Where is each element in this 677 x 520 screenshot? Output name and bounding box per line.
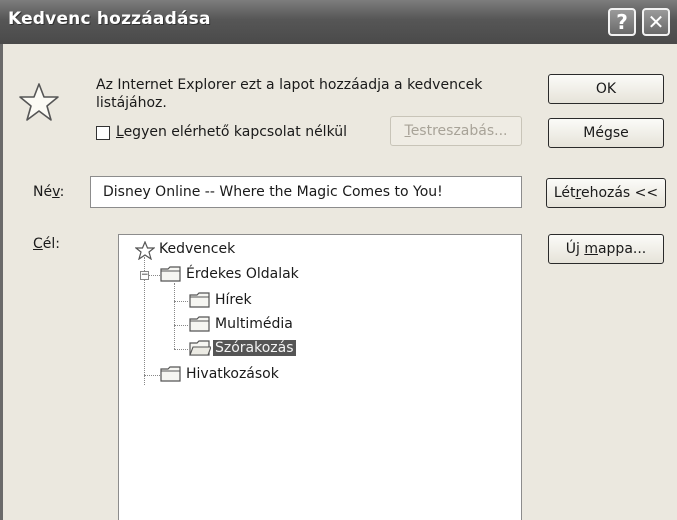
tree-item-hirek[interactable]: Hírek [215,292,252,308]
close-button[interactable]: ✕ [642,8,670,36]
cancel-button[interactable]: Mégse [548,118,664,148]
folder-icon [189,292,210,308]
folder-icon [160,266,181,282]
name-label: Név: [33,184,65,200]
help-button[interactable]: ? [608,8,636,36]
offline-checkbox[interactable] [96,126,110,140]
folder-icon [160,366,181,382]
description-line-1: Az Internet Explorer ezt a lapot hozzáad… [96,77,483,93]
tree-item-multimedia[interactable]: Multimédia [215,316,293,332]
tree-line [174,301,188,302]
collapse-minus-icon[interactable]: − [140,271,149,280]
folder-icon [189,316,210,332]
tree-line [174,325,188,326]
tree-item-szorakozas[interactable]: Szórakozás [213,340,296,356]
tree-item-hivatkozasok[interactable]: Hivatkozások [186,366,279,382]
new-folder-button[interactable]: Új mappa... [548,234,664,264]
tree-item-erdekes-oldalak[interactable]: Érdekes Oldalak [186,266,299,282]
folder-open-icon [189,340,211,356]
offline-checkbox-label[interactable]: Legyen elérhető kapcsolat nélkül [116,124,347,141]
tree-item-root[interactable]: Kedvencek [159,241,235,257]
star-icon [135,241,155,260]
favorites-star-icon [19,83,59,121]
target-label: Cél: [33,236,61,252]
title-bar: Kedvenc hozzáadása ? ✕ [0,0,677,44]
description-line-2: listájához. [96,95,167,111]
ok-button[interactable]: OK [548,74,664,104]
tree-line [144,375,160,376]
create-in-button[interactable]: Létrehozás << [546,178,666,208]
window-title: Kedvenc hozzáadása [8,9,211,29]
customize-button[interactable]: Testreszabás... [390,116,522,146]
tree-line [174,283,175,349]
tree-line [174,349,188,350]
folder-tree[interactable]: Kedvencek − Érdekes Oldalak Hírek Multim… [118,234,522,520]
name-field[interactable]: Disney Online -- Where the Magic Comes t… [90,176,522,208]
